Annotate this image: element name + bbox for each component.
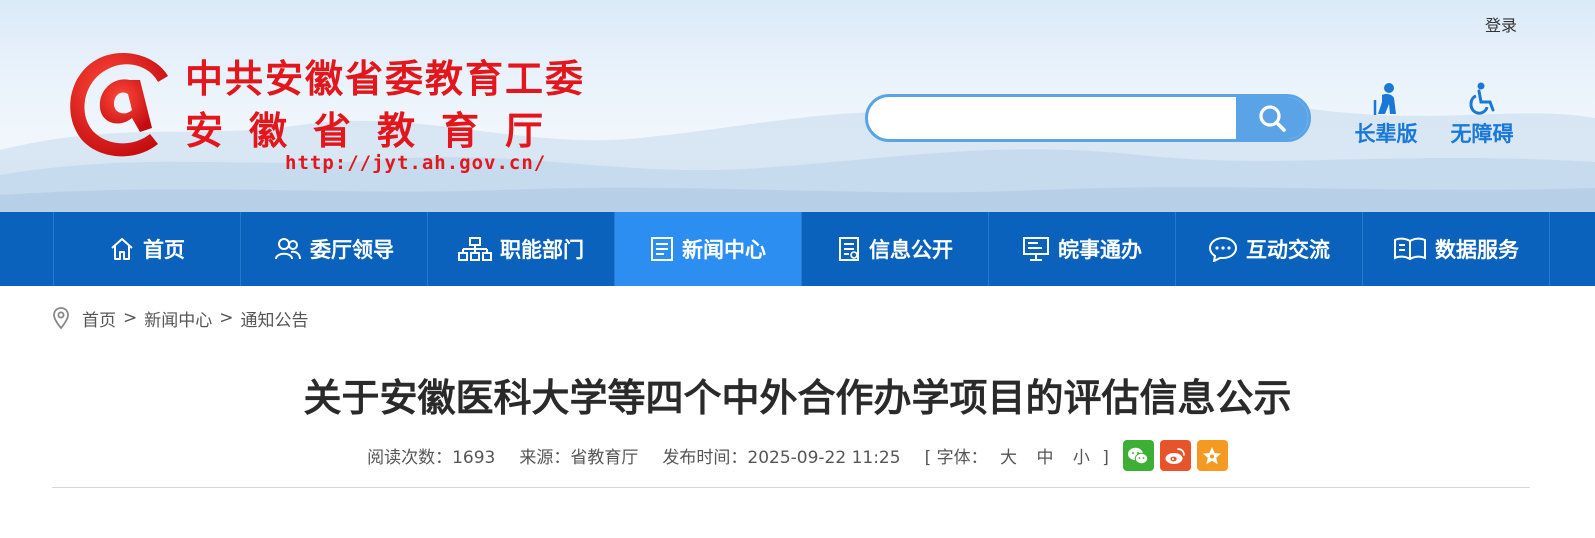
location-pin-icon (53, 307, 69, 330)
nav-item-departments[interactable]: 职能部门 (428, 212, 615, 286)
nav-item-label: 数据服务 (1435, 238, 1519, 262)
login-link[interactable]: 登录 (1485, 12, 1517, 36)
accessibility-button[interactable]: 无障碍 (1442, 80, 1522, 148)
font-size-large[interactable]: 大 (1000, 448, 1017, 468)
share-buttons (1122, 440, 1228, 471)
favorite-icon (1203, 446, 1222, 464)
article-meta: 阅读次数：1693 来源：省教育厅 发布时间：2025-09-22 11:25 … (0, 440, 1595, 471)
nav-item-news[interactable]: 新闻中心 (615, 212, 802, 286)
nav-item-label: 互动交流 (1246, 238, 1330, 262)
font-size-small[interactable]: 小 (1073, 448, 1090, 468)
view-count-value: 1693 (452, 448, 496, 468)
source-label: 来源： (519, 448, 571, 468)
wechat-icon (1128, 447, 1149, 464)
share-wechat-button[interactable] (1122, 440, 1154, 471)
logo-url: http://jyt.ah.gov.cn/ (285, 152, 547, 174)
nav-item-label: 信息公开 (869, 238, 953, 262)
view-count-label: 阅读次数： (367, 448, 453, 468)
breadcrumb: 首页 > 新闻中心 > 通知公告 (52, 306, 309, 331)
nav-item-label: 皖事通办 (1058, 238, 1142, 262)
font-size-label: [ 字体： (924, 448, 988, 468)
monitor-icon (1023, 237, 1049, 261)
elder-mode-button[interactable]: 长辈版 (1346, 80, 1426, 148)
breadcrumb-separator: > (219, 308, 234, 328)
font-size-medium[interactable]: 中 (1036, 448, 1053, 468)
source-value: 省教育厅 (570, 448, 639, 468)
nav-item-leaders[interactable]: 委厅领导 (241, 212, 428, 286)
elder-icon (1373, 83, 1396, 115)
wheelchair-icon (1469, 82, 1495, 115)
org-chart-icon (458, 237, 492, 261)
nav-item-label: 新闻中心 (682, 238, 766, 262)
nav-item-label: 首页 (143, 238, 185, 262)
font-size-close: ] (1102, 448, 1109, 468)
publish-time-label: 发布时间： (662, 448, 748, 468)
leaders-icon (275, 238, 301, 260)
logo-emblem-icon (70, 53, 168, 157)
nav-item-disclosure[interactable]: 信息公开 (802, 212, 989, 286)
logo-title-line1: 中共安徽省委教育工委 (185, 56, 586, 101)
nav-item-label: 职能部门 (500, 238, 584, 262)
nav-item-home[interactable]: 首页 (54, 212, 241, 286)
breadcrumb-notices[interactable]: 通知公告 (241, 306, 309, 331)
home-icon (111, 238, 133, 260)
breadcrumb-separator: > (123, 308, 138, 328)
main-nav: 首页 委厅领导 职能部门 新闻中心 信息公开 皖事通办 互动交流 数据服务 (0, 212, 1595, 286)
nav-item-data[interactable]: 数据服务 (1363, 212, 1550, 286)
book-icon (1394, 237, 1426, 261)
breadcrumb-news[interactable]: 新闻中心 (144, 306, 212, 331)
nav-item-services[interactable]: 皖事通办 (989, 212, 1176, 286)
search-input[interactable] (882, 97, 1234, 139)
view-count: 阅读次数：1693 (367, 443, 495, 468)
nav-item-interaction[interactable]: 互动交流 (1176, 212, 1363, 286)
share-weibo-button[interactable] (1159, 440, 1191, 471)
breadcrumb-home[interactable]: 首页 (82, 306, 116, 331)
font-size-switcher: [ 字体： 大 中 小 ] (925, 443, 1109, 468)
publish-time: 发布时间：2025-09-22 11:25 (662, 443, 900, 468)
search-icon (1259, 105, 1286, 132)
document-icon (839, 237, 859, 261)
site-header: 登录 中共安徽省委教育工委 安徽省教育厅 http://jyt.ah.gov.c… (0, 0, 1595, 212)
header-divider (52, 487, 1530, 488)
add-favorite-button[interactable] (1196, 440, 1228, 471)
nav-item-label: 委厅领导 (310, 238, 394, 262)
search-box (865, 94, 1311, 142)
elder-mode-label: 长辈版 (1354, 122, 1418, 146)
chat-icon (1208, 236, 1238, 262)
logo-title-line2: 安徽省教育厅 (185, 108, 570, 153)
publish-time-value: 2025-09-22 11:25 (747, 448, 901, 468)
search-button[interactable] (1236, 97, 1308, 139)
accessibility-label: 无障碍 (1450, 122, 1514, 146)
weibo-icon (1165, 447, 1186, 464)
article-title: 关于安徽医科大学等四个中外合作办学项目的评估信息公示 (303, 376, 1292, 420)
news-icon (651, 237, 673, 261)
article-source: 来源：省教育厅 (519, 443, 638, 468)
